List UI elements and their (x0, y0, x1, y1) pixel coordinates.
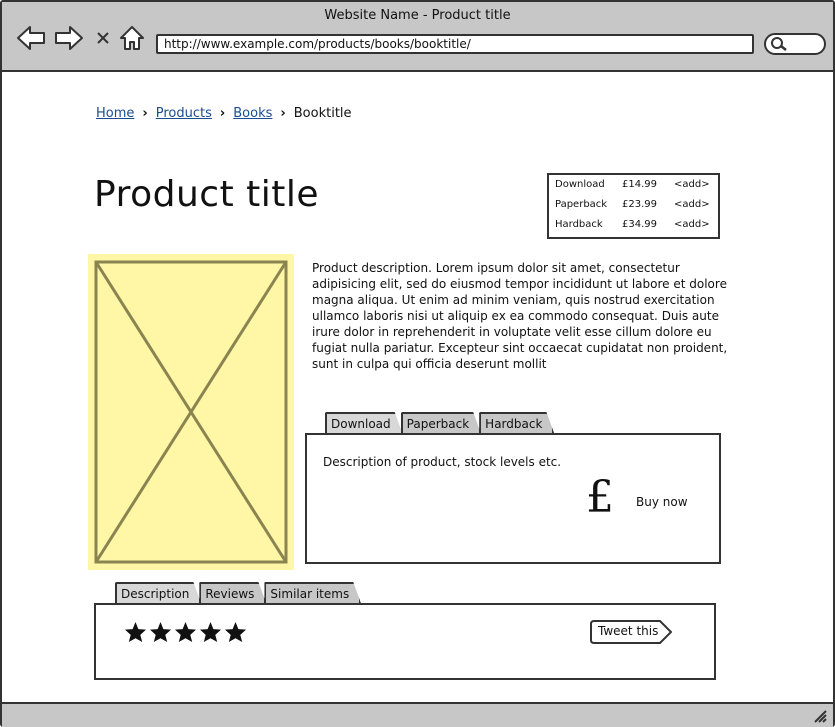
address-bar[interactable]: http://www.example.com/products/books/bo… (156, 34, 754, 54)
star-rating (124, 621, 247, 643)
forward-arrow-icon[interactable] (54, 24, 84, 52)
breadcrumb-home[interactable]: Home (96, 106, 134, 121)
price-format: Download (555, 179, 605, 190)
format-tabs: Download Paperback Hardback (325, 412, 552, 434)
breadcrumb: Home › Products › Books › Booktitle (96, 106, 352, 121)
star-icon (174, 621, 197, 643)
tab-similar-items[interactable]: Similar items (264, 582, 361, 604)
home-icon[interactable] (118, 24, 146, 52)
price-table: Download £14.99 <add> Paperback £23.99 <… (547, 173, 720, 239)
chevron-right-icon: › (219, 106, 226, 121)
stock-description: Description of product, stock levels etc… (323, 455, 562, 469)
status-bar (2, 702, 833, 727)
add-to-basket-link[interactable]: <add> (674, 179, 710, 190)
price-row: Paperback £23.99 <add> (549, 195, 718, 215)
price-format: Paperback (555, 199, 608, 210)
page-title: Product title (94, 174, 320, 215)
star-icon (124, 621, 147, 643)
breadcrumb-products[interactable]: Products (156, 106, 212, 121)
stop-icon[interactable] (94, 24, 112, 52)
tab-hardback[interactable]: Hardback (479, 412, 554, 434)
buy-now-button[interactable]: Buy now (636, 495, 688, 509)
add-to-basket-link[interactable]: <add> (674, 219, 710, 230)
search-icon (770, 36, 788, 56)
tweet-button[interactable]: Tweet this (590, 620, 672, 644)
price-value: £23.99 (622, 199, 657, 210)
breadcrumb-current: Booktitle (293, 106, 352, 121)
star-icon (224, 621, 247, 643)
chevron-right-icon: › (280, 106, 286, 121)
product-description: Product description. Lorem ipsum dolor s… (312, 261, 728, 371)
pound-icon: £ (586, 472, 614, 523)
browser-window: Website Name - Product title http://www.… (0, 0, 835, 727)
star-icon (199, 621, 222, 643)
price-value: £14.99 (622, 179, 657, 190)
breadcrumb-books[interactable]: Books (233, 106, 272, 121)
tweet-label: Tweet this (598, 624, 659, 638)
price-row: Download £14.99 <add> (549, 175, 718, 195)
product-image-placeholder (88, 254, 294, 570)
chevron-right-icon: › (142, 106, 148, 121)
add-to-basket-link[interactable]: <add> (674, 199, 710, 210)
tab-description[interactable]: Description (115, 582, 201, 604)
info-tabs: Description Reviews Similar items (115, 582, 359, 604)
browser-toolbar: Website Name - Product title http://www.… (2, 2, 833, 72)
price-value: £34.99 (622, 219, 657, 230)
tab-reviews[interactable]: Reviews (199, 582, 266, 604)
back-arrow-icon[interactable] (16, 24, 46, 52)
star-icon (149, 621, 172, 643)
tab-download[interactable]: Download (325, 412, 403, 434)
resize-grip-icon[interactable] (811, 707, 827, 727)
search-field[interactable] (764, 33, 826, 55)
tab-paperback[interactable]: Paperback (401, 412, 482, 434)
price-format: Hardback (555, 219, 603, 230)
price-row: Hardback £34.99 <add> (549, 215, 718, 235)
window-title: Website Name - Product title (324, 8, 511, 23)
